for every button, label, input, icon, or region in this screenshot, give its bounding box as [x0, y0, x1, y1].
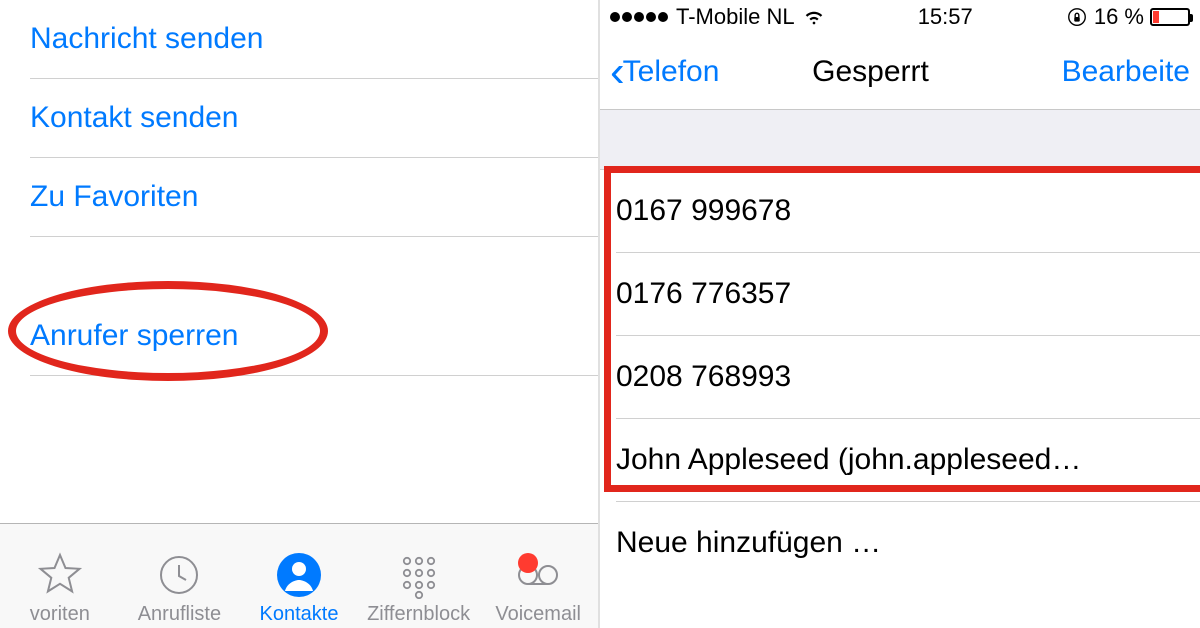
clock-label: 15:57: [825, 4, 1066, 30]
add-favorite-button[interactable]: Zu Favoriten: [30, 158, 598, 237]
blocked-list: 0167 999678 0176 776357 0208 768993 John…: [600, 170, 1200, 502]
blocked-entry[interactable]: 0208 768993: [616, 336, 1200, 419]
page-title: Gesperrt: [679, 55, 1061, 89]
nav-bar: ‹ Telefon Gesperrt Bearbeite: [600, 34, 1200, 110]
section-gap: [600, 110, 1200, 170]
tab-label: Anrufliste: [138, 603, 221, 626]
tab-recents[interactable]: Anrufliste: [120, 551, 240, 626]
tab-label: Kontakte: [260, 603, 339, 626]
signal-icon: [610, 12, 668, 22]
battery-icon: [1150, 8, 1190, 26]
tab-favorites[interactable]: voriten: [0, 551, 120, 626]
clock-icon: [155, 551, 203, 599]
blocked-entry[interactable]: 0176 776357: [616, 253, 1200, 336]
blocked-screen: T-Mobile NL 15:57 16 % ‹ Telefon Gesperr…: [598, 0, 1200, 628]
blocked-entry[interactable]: 0167 999678: [616, 170, 1200, 253]
send-contact-button[interactable]: Kontakt senden: [30, 79, 598, 158]
block-caller-button[interactable]: Anrufer sperren: [30, 297, 598, 376]
voicemail-icon: [514, 551, 562, 599]
tab-contacts[interactable]: Kontakte: [239, 551, 359, 626]
block-caller-label: Anrufer sperren: [30, 319, 238, 352]
keypad-icon: [395, 551, 443, 599]
edit-button[interactable]: Bearbeite: [1062, 55, 1190, 89]
send-message-button[interactable]: Nachricht senden: [30, 0, 598, 79]
tab-voicemail[interactable]: Voicemail: [478, 551, 598, 626]
star-icon: [36, 551, 84, 599]
carrier-label: T-Mobile NL: [676, 4, 795, 30]
person-icon: [275, 551, 323, 599]
contact-actions-screen: Nachricht senden Kontakt senden Zu Favor…: [0, 0, 598, 628]
tab-label: Ziffernblock: [367, 603, 470, 626]
tab-keypad[interactable]: Ziffernblock: [359, 551, 479, 626]
blocked-entry[interactable]: John Appleseed (john.appleseed…: [616, 419, 1200, 502]
add-new-button[interactable]: Neue hinzufügen …: [616, 502, 1200, 584]
battery-label: 16 %: [1094, 4, 1144, 30]
status-bar: T-Mobile NL 15:57 16 %: [600, 0, 1200, 34]
orientation-lock-icon: [1066, 6, 1088, 28]
wifi-icon: [803, 8, 825, 26]
tab-label: voriten: [30, 603, 90, 626]
contact-actions-list: Nachricht senden Kontakt senden Zu Favor…: [0, 0, 598, 523]
phone-tabbar: voriten Anrufliste Kontakte Zi: [0, 523, 598, 628]
tab-label: Voicemail: [495, 603, 581, 626]
